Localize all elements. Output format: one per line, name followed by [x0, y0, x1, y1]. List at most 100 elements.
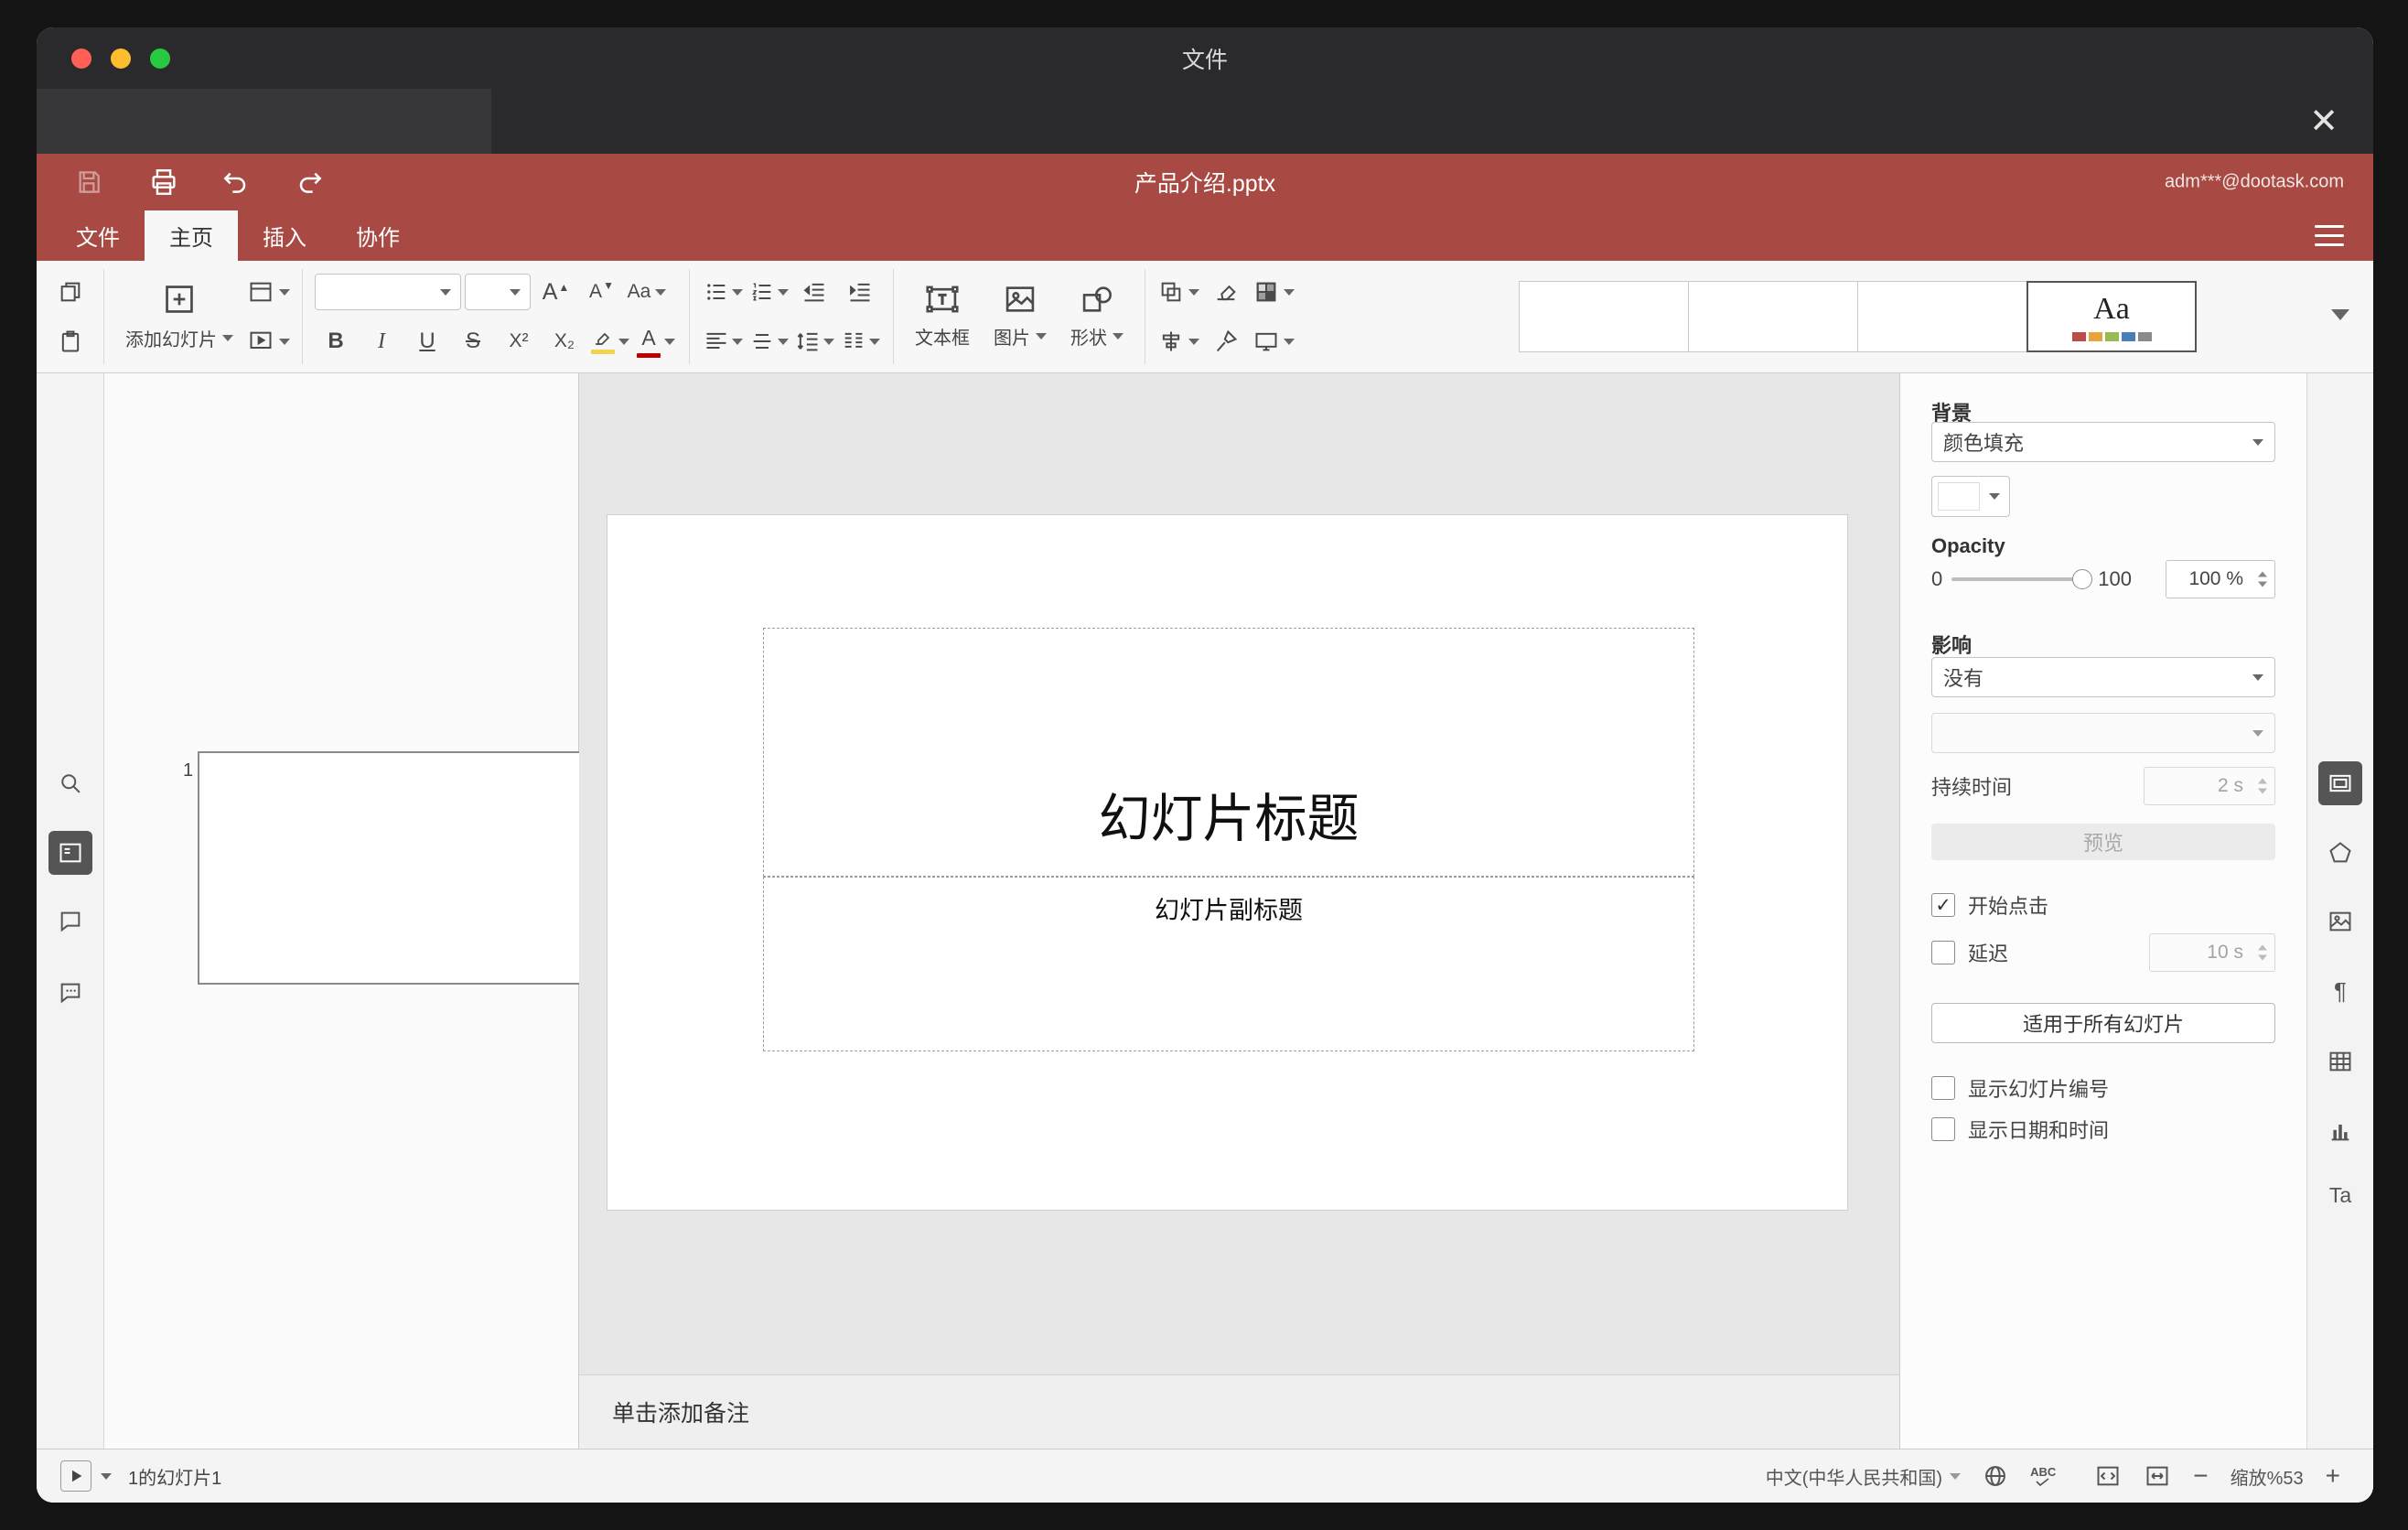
minimize-traffic-button[interactable]: [111, 48, 131, 69]
delay-input[interactable]: 10 s: [2149, 933, 2275, 972]
spellcheck-icon[interactable]: ABC: [2030, 1466, 2056, 1487]
slideshow-options-icon[interactable]: [101, 1472, 112, 1480]
copy-style-button[interactable]: [1205, 321, 1247, 361]
superscript-button[interactable]: X²: [498, 321, 540, 361]
font-name-select[interactable]: [315, 274, 461, 310]
title-placeholder[interactable]: 幻灯片标题: [763, 628, 1694, 877]
chat-icon[interactable]: [48, 971, 92, 1015]
duration-input[interactable]: 2 s: [2144, 767, 2275, 805]
decrease-indent-button[interactable]: [793, 272, 835, 312]
slide-thumbnail[interactable]: [198, 751, 613, 985]
start-slideshow-icon[interactable]: [60, 1460, 91, 1492]
preview-button[interactable]: 预览: [1931, 824, 2275, 860]
font-size-select[interactable]: [465, 274, 531, 310]
fullscreen-traffic-button[interactable]: [150, 48, 170, 69]
increase-indent-button[interactable]: [839, 272, 881, 312]
paste-button[interactable]: [49, 321, 91, 361]
change-case-button[interactable]: Aa: [626, 272, 668, 312]
arrange-shape-button[interactable]: [1157, 272, 1199, 312]
fit-slide-icon[interactable]: [2094, 1463, 2122, 1489]
columns-button[interactable]: [839, 321, 881, 361]
editing-area: 幻灯片标题 幻灯片副标题 单击添加备注: [579, 373, 1899, 1449]
show-datetime-label: 显示日期和时间: [1968, 1119, 2110, 1142]
shape-settings-icon[interactable]: [2318, 831, 2362, 875]
tab-home[interactable]: 主页: [145, 210, 238, 261]
left-sidebar: [37, 373, 104, 1449]
insert-image-button[interactable]: 图片: [984, 269, 1056, 364]
background-fill-select[interactable]: 颜色填充: [1931, 422, 2275, 462]
bullets-button[interactable]: [702, 272, 744, 312]
add-slide-button[interactable]: 添加幻灯片: [116, 269, 242, 364]
textart-settings-icon[interactable]: Ta: [2318, 1173, 2362, 1217]
increase-font-button[interactable]: A▲: [534, 272, 576, 312]
slide-layout-button[interactable]: [248, 272, 290, 312]
chart-settings-icon[interactable]: [2318, 1109, 2362, 1153]
save-button[interactable]: [69, 162, 109, 202]
vertical-align-button[interactable]: [747, 321, 790, 361]
highlight-color-button[interactable]: [589, 321, 631, 361]
background-color-select[interactable]: [1931, 476, 2010, 517]
fit-width-icon[interactable]: [2144, 1463, 2171, 1489]
insert-textbox-button[interactable]: 文本框: [906, 269, 979, 364]
zoom-out-button[interactable]: −: [2193, 1461, 2208, 1491]
start-on-click-checkbox[interactable]: ✓: [1931, 893, 1955, 917]
opacity-slider-knob[interactable]: [2072, 569, 2093, 589]
line-spacing-button[interactable]: [793, 321, 835, 361]
tab-collaboration[interactable]: 协作: [331, 210, 425, 261]
numbering-button[interactable]: [747, 272, 790, 312]
theme-gallery: Aa: [1519, 281, 2197, 352]
font-color-button[interactable]: A: [635, 321, 677, 361]
slide-number: 1: [183, 760, 194, 781]
notes-area[interactable]: 单击添加备注: [579, 1374, 1899, 1449]
shape-fill-button[interactable]: [1252, 272, 1295, 312]
subscript-button[interactable]: X₂: [543, 321, 586, 361]
language-select[interactable]: 中文(中华人民共和国): [1766, 1463, 1962, 1490]
opacity-slider[interactable]: [1951, 569, 2093, 589]
effect-type-select[interactable]: [1931, 713, 2275, 753]
theme-option-blank-3[interactable]: [1857, 281, 2027, 352]
slide-settings-icon[interactable]: [2318, 761, 2362, 805]
bold-button[interactable]: B: [315, 321, 357, 361]
opacity-input[interactable]: 100 %: [2166, 560, 2275, 598]
redo-button[interactable]: [290, 162, 330, 202]
search-icon[interactable]: [48, 761, 92, 805]
theme-option-blank-1[interactable]: [1519, 281, 1689, 352]
paragraph-settings-icon[interactable]: ¶: [2318, 969, 2362, 1013]
theme-color-swatches: [2071, 332, 2152, 341]
menu-icon[interactable]: [2315, 225, 2344, 246]
toolbar-expand-icon[interactable]: [2331, 308, 2349, 325]
comments-icon[interactable]: [48, 900, 92, 943]
theme-option-selected[interactable]: Aa: [2026, 281, 2197, 352]
underline-button[interactable]: U: [406, 321, 448, 361]
strikeout-button[interactable]: S: [452, 321, 494, 361]
horizontal-align-button[interactable]: [702, 321, 744, 361]
close-traffic-button[interactable]: [71, 48, 91, 69]
table-settings-icon[interactable]: [2318, 1040, 2362, 1083]
undo-button[interactable]: [215, 162, 255, 202]
slide-size-button[interactable]: [1252, 321, 1295, 361]
image-settings-icon[interactable]: [2318, 900, 2362, 943]
insert-shape-button[interactable]: 形状: [1061, 269, 1133, 364]
show-datetime-checkbox[interactable]: [1931, 1117, 1955, 1141]
zoom-in-button[interactable]: +: [2326, 1461, 2340, 1491]
apply-to-all-slides-button[interactable]: 适用于所有幻灯片: [1931, 1003, 2275, 1043]
print-button[interactable]: [144, 162, 184, 202]
copy-button[interactable]: [49, 272, 91, 312]
tab-file[interactable]: 文件: [51, 210, 145, 261]
slides-panel-icon[interactable]: [48, 831, 92, 875]
close-icon[interactable]: ✕: [2309, 104, 2338, 139]
theme-option-blank-2[interactable]: [1688, 281, 1858, 352]
decrease-font-button[interactable]: A▼: [580, 272, 622, 312]
show-slide-number-checkbox[interactable]: [1931, 1076, 1955, 1100]
delay-checkbox[interactable]: [1931, 941, 1955, 964]
opacity-section-label: Opacity: [1931, 534, 2005, 557]
subtitle-placeholder[interactable]: 幻灯片副标题: [763, 877, 1694, 1051]
italic-button[interactable]: I: [360, 321, 403, 361]
effect-select[interactable]: 没有: [1931, 657, 2275, 697]
slide-canvas[interactable]: 幻灯片标题 幻灯片副标题: [607, 514, 1848, 1211]
globe-icon[interactable]: [1983, 1463, 2008, 1489]
preview-slideshow-button[interactable]: [248, 321, 290, 361]
clear-style-button[interactable]: [1205, 272, 1247, 312]
tab-insert[interactable]: 插入: [238, 210, 331, 261]
align-shape-button[interactable]: [1157, 321, 1199, 361]
